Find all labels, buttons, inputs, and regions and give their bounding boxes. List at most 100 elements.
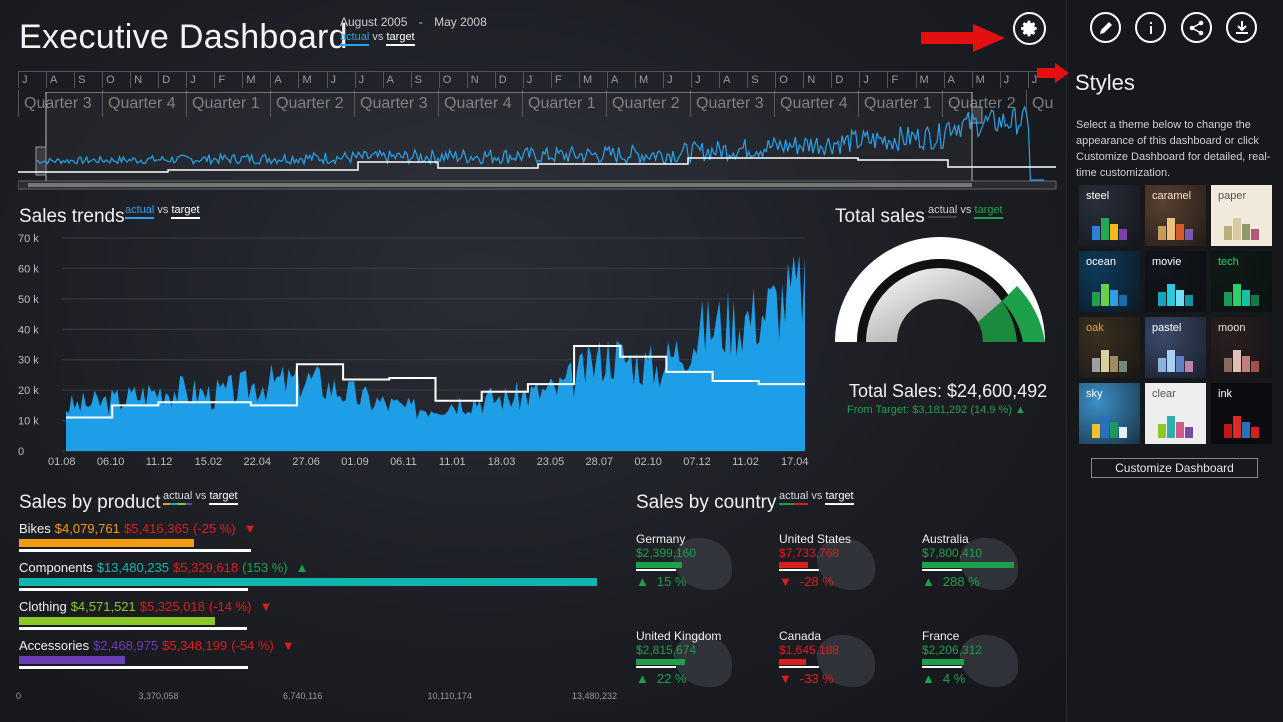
theme-tile-steel[interactable]: steel <box>1079 185 1140 246</box>
timeline-month[interactable]: A <box>943 72 972 88</box>
navigator-scroll-thumb[interactable] <box>28 183 972 187</box>
gear-icon <box>1021 20 1037 37</box>
timeline-month[interactable]: S <box>74 72 102 88</box>
timeline-month[interactable]: S <box>410 72 439 88</box>
country-percent-value: 288 % <box>942 574 980 589</box>
country-target-bar <box>922 569 962 571</box>
customize-dashboard-button[interactable]: Customize Dashboard <box>1091 458 1258 478</box>
timeline-month[interactable]: J <box>859 72 887 88</box>
country-percent: ▲ 4 % <box>922 671 1052 686</box>
info-button[interactable] <box>1135 12 1166 43</box>
timeline-month[interactable]: O <box>775 72 803 88</box>
timeline-month[interactable]: M <box>635 72 663 88</box>
country-card[interactable]: United States $7,733,768 ▼ -28 % <box>779 532 909 590</box>
product-actual-value: $4,571,521 <box>70 599 136 614</box>
timeline-month[interactable]: O <box>102 72 130 88</box>
country-card[interactable]: Germany $2,399,160 ▲ 15 % <box>636 532 766 590</box>
timeline-month[interactable]: J <box>999 72 1028 88</box>
timeline-month[interactable]: D <box>831 72 859 88</box>
timeline-month[interactable]: J <box>522 72 551 88</box>
timeline-month[interactable]: S <box>747 72 775 88</box>
timeline-month[interactable]: J <box>663 72 691 88</box>
theme-tile-paper[interactable]: paper <box>1211 185 1272 246</box>
timeline-navigator[interactable] <box>18 92 1058 192</box>
range-handle-right[interactable] <box>971 106 983 124</box>
theme-bar <box>1233 284 1241 306</box>
timeline-month[interactable]: J <box>354 72 383 88</box>
timeline-month[interactable]: N <box>803 72 831 88</box>
product-actual-value: $4,079,761 <box>54 521 120 536</box>
theme-bar <box>1110 356 1118 372</box>
download-icon <box>1235 20 1248 34</box>
theme-tile-ocean[interactable]: ocean <box>1079 251 1140 312</box>
product-percent: (153 %) <box>242 560 288 575</box>
timeline-month[interactable]: F <box>214 72 242 88</box>
theme-tile-ink[interactable]: ink <box>1211 383 1272 444</box>
theme-tile-clear[interactable]: clear <box>1145 383 1206 444</box>
country-card[interactable]: United Kingdom $2,815,674 ▲ 22 % <box>636 629 766 687</box>
x-tick-label: 07.12 <box>683 456 711 468</box>
theme-bar <box>1251 361 1259 372</box>
timeline-month[interactable]: A <box>719 72 747 88</box>
country-card[interactable]: Australia $7,800,410 ▲ 288 % <box>922 532 1052 590</box>
timeline-month[interactable]: A <box>270 72 298 88</box>
timeline-month[interactable]: M <box>298 72 326 88</box>
product-target-bar <box>19 588 248 591</box>
theme-tile-label: steel <box>1086 190 1110 202</box>
x-tick-label: 22.04 <box>243 456 271 468</box>
theme-tile-tech[interactable]: tech <box>1211 251 1272 312</box>
legend-vs: vs <box>372 31 384 43</box>
theme-tile-moon[interactable]: moon <box>1211 317 1272 378</box>
legend-vs: vs <box>811 490 823 502</box>
theme-tile-pastel[interactable]: pastel <box>1145 317 1206 378</box>
theme-tile-bars <box>1224 350 1259 372</box>
product-actual-bar <box>19 578 597 586</box>
product-target-bar <box>19 627 248 630</box>
timeline-month[interactable]: M <box>578 72 607 88</box>
timeline-month[interactable]: J <box>186 72 214 88</box>
country-target-bar <box>636 569 676 571</box>
theme-tile-sky[interactable]: sky <box>1079 383 1140 444</box>
theme-bar <box>1158 226 1166 240</box>
share-button[interactable] <box>1181 12 1212 43</box>
settings-gear-button[interactable] <box>1013 12 1046 45</box>
timeline-month[interactable]: N <box>466 72 495 88</box>
timeline-month[interactable]: N <box>130 72 158 88</box>
arrow-down-icon: ▼ <box>779 671 792 686</box>
timeline-month[interactable]: J <box>18 72 46 88</box>
timeline-month[interactable]: M <box>242 72 270 88</box>
theme-tile-movie[interactable]: movie <box>1145 251 1206 312</box>
timeline-month[interactable]: J <box>326 72 355 88</box>
timeline-month[interactable]: O <box>438 72 467 88</box>
timeline-month[interactable]: F <box>550 72 579 88</box>
theme-bar <box>1251 427 1259 438</box>
timeline-month[interactable]: M <box>915 72 944 88</box>
theme-bar <box>1158 292 1166 306</box>
timeline-month[interactable]: D <box>494 72 523 88</box>
theme-bar <box>1110 224 1118 240</box>
theme-tile-bars <box>1224 218 1259 240</box>
timeline-month[interactable]: A <box>606 72 635 88</box>
timeline-month[interactable]: J <box>691 72 719 88</box>
product-actual-value: $2,468,975 <box>93 638 159 653</box>
theme-bar <box>1158 424 1166 438</box>
country-card[interactable]: Canada $1,645,188 ▼ -33 % <box>779 629 909 687</box>
theme-bar <box>1167 350 1175 372</box>
country-target-bar <box>779 666 819 668</box>
timeline-month[interactable]: A <box>46 72 74 88</box>
timeline-month[interactable]: F <box>887 72 915 88</box>
theme-bar <box>1224 292 1232 306</box>
timeline-month[interactable]: D <box>158 72 186 88</box>
theme-tile-caramel[interactable]: caramel <box>1145 185 1206 246</box>
theme-tile-label: moon <box>1218 322 1246 334</box>
download-button[interactable] <box>1226 12 1257 43</box>
country-card[interactable]: France $2,206,312 ▲ 4 % <box>922 629 1052 687</box>
styles-panel: Styles Select a theme below to change th… <box>1037 0 1283 722</box>
theme-tile-oak[interactable]: oak <box>1079 317 1140 378</box>
timeline-month[interactable]: A <box>382 72 411 88</box>
theme-tile-label: sky <box>1086 388 1103 400</box>
timeline-month[interactable]: M <box>971 72 1000 88</box>
country-actual-bar <box>779 659 806 665</box>
edit-button[interactable] <box>1090 12 1121 43</box>
arrow-down-icon: ▼ <box>281 638 295 653</box>
